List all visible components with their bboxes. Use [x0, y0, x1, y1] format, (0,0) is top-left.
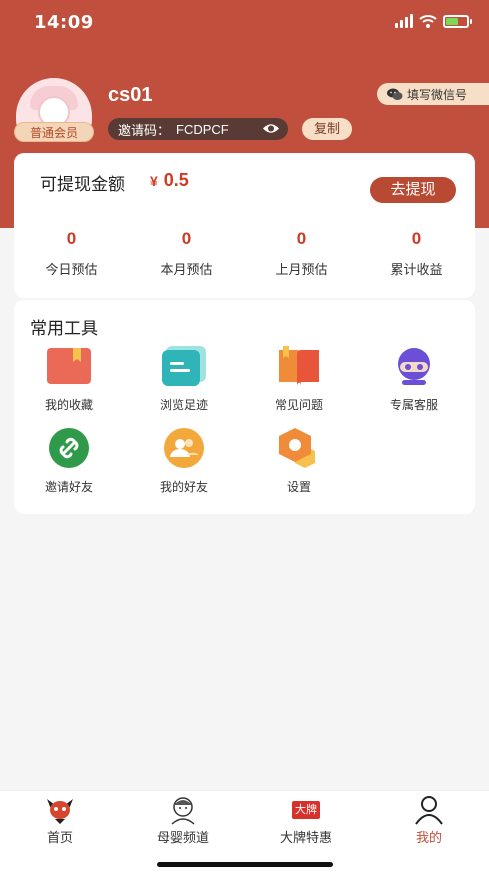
stat-value: 0 — [181, 229, 192, 248]
battery-icon — [443, 14, 472, 28]
tab-label: 首页 — [46, 830, 73, 845]
invite-code-label: 邀请码： — [118, 122, 171, 138]
tool-label: 专属客服 — [389, 398, 438, 412]
stat-total[interactable]: 0 累计收益 — [359, 229, 474, 278]
bookmark-icon — [47, 348, 91, 384]
fill-wechat-button[interactable]: 填写微信号 — [377, 83, 489, 105]
history-icon — [162, 346, 206, 386]
username: cs01 — [108, 84, 153, 106]
status-bar: 14:09 — [0, 0, 489, 46]
home-indicator[interactable] — [157, 862, 333, 867]
stat-label: 上月预估 — [275, 262, 328, 277]
earnings-stats: 0 今日预估 0 本月预估 0 上月预估 0 累计收益 — [14, 229, 475, 278]
brand-deal-icon: 大牌 — [289, 795, 323, 825]
eye-icon[interactable] — [262, 122, 280, 135]
tool-favorites[interactable]: 我的收藏 — [14, 346, 124, 413]
stat-value: 0 — [66, 229, 77, 248]
stat-last-month[interactable]: 0 上月预估 — [244, 229, 359, 278]
withdrawable-title: 可提现金额 — [40, 175, 125, 194]
stat-today[interactable]: 0 今日预估 — [14, 229, 129, 278]
tab-baby-channel[interactable]: 母婴频道 — [128, 791, 238, 846]
tab-brand-deals[interactable]: 大牌 大牌特惠 — [251, 791, 361, 846]
customer-service-icon — [398, 348, 430, 385]
tab-label: 我的 — [415, 830, 442, 845]
baby-channel-icon — [171, 797, 195, 825]
wechat-icon — [387, 88, 403, 100]
link-icon — [49, 428, 89, 468]
brand-deal-badge: 大牌 — [292, 801, 320, 819]
stat-label: 今日预估 — [45, 262, 98, 277]
invite-code-value: FCDPCF — [176, 121, 229, 137]
member-level-badge: 普通会员 — [14, 122, 94, 142]
friends-icon — [164, 428, 204, 468]
home-mascot-icon — [47, 799, 73, 824]
amount-value: 0.5 — [163, 170, 189, 190]
tools-title: 常用工具 — [30, 319, 98, 338]
tool-settings[interactable]: 设置 — [244, 428, 354, 495]
tool-my-friends[interactable]: 我的好友 — [129, 428, 239, 495]
status-time: 14:09 — [34, 12, 94, 33]
stat-this-month[interactable]: 0 本月预估 — [129, 229, 244, 278]
tab-label: 母婴频道 — [156, 830, 209, 845]
tools-card: 常用工具 我的收藏 浏览足迹 常见问题 专属客服 邀请好友 我的好友 设置 — [14, 300, 475, 514]
invite-code-pill: 邀请码： FCDPCF — [108, 118, 288, 140]
currency-symbol: ¥ — [150, 173, 158, 189]
signal-icon — [395, 14, 413, 28]
tool-label: 我的好友 — [159, 480, 208, 494]
tool-label: 邀请好友 — [44, 480, 93, 494]
copy-button[interactable]: 复制 — [302, 118, 352, 140]
fill-wechat-label: 填写微信号 — [407, 87, 468, 102]
tool-label: 浏览足迹 — [159, 398, 208, 412]
tool-customer-service[interactable]: 专属客服 — [359, 346, 469, 413]
tab-label: 大牌特惠 — [279, 830, 332, 845]
withdraw-button[interactable]: 去提现 — [370, 177, 456, 203]
tool-history[interactable]: 浏览足迹 — [129, 346, 239, 413]
tool-label: 设置 — [286, 480, 311, 494]
tool-faq[interactable]: 常见问题 — [244, 346, 354, 413]
faq-book-icon — [279, 346, 319, 386]
tab-mine[interactable]: 我的 — [374, 791, 484, 846]
withdrawable-amount: ¥0.5 — [150, 170, 189, 191]
stat-value: 0 — [411, 229, 422, 248]
stat-label: 本月预估 — [160, 262, 213, 277]
stat-value: 0 — [296, 229, 307, 248]
tab-home[interactable]: 首页 — [5, 791, 115, 846]
tool-label: 常见问题 — [274, 398, 323, 412]
status-icons — [395, 14, 472, 28]
stat-label: 累计收益 — [390, 262, 443, 277]
tool-invite-friends[interactable]: 邀请好友 — [14, 428, 124, 495]
avatar[interactable]: 普通会员 — [14, 78, 94, 142]
wifi-icon — [419, 15, 437, 28]
profile-icon — [415, 796, 443, 825]
settings-icon — [279, 428, 315, 468]
tool-label: 我的收藏 — [44, 398, 93, 412]
earnings-card: 可提现金额 ¥0.5 去提现 0 今日预估 0 本月预估 0 上月预估 0 累计… — [14, 153, 475, 298]
